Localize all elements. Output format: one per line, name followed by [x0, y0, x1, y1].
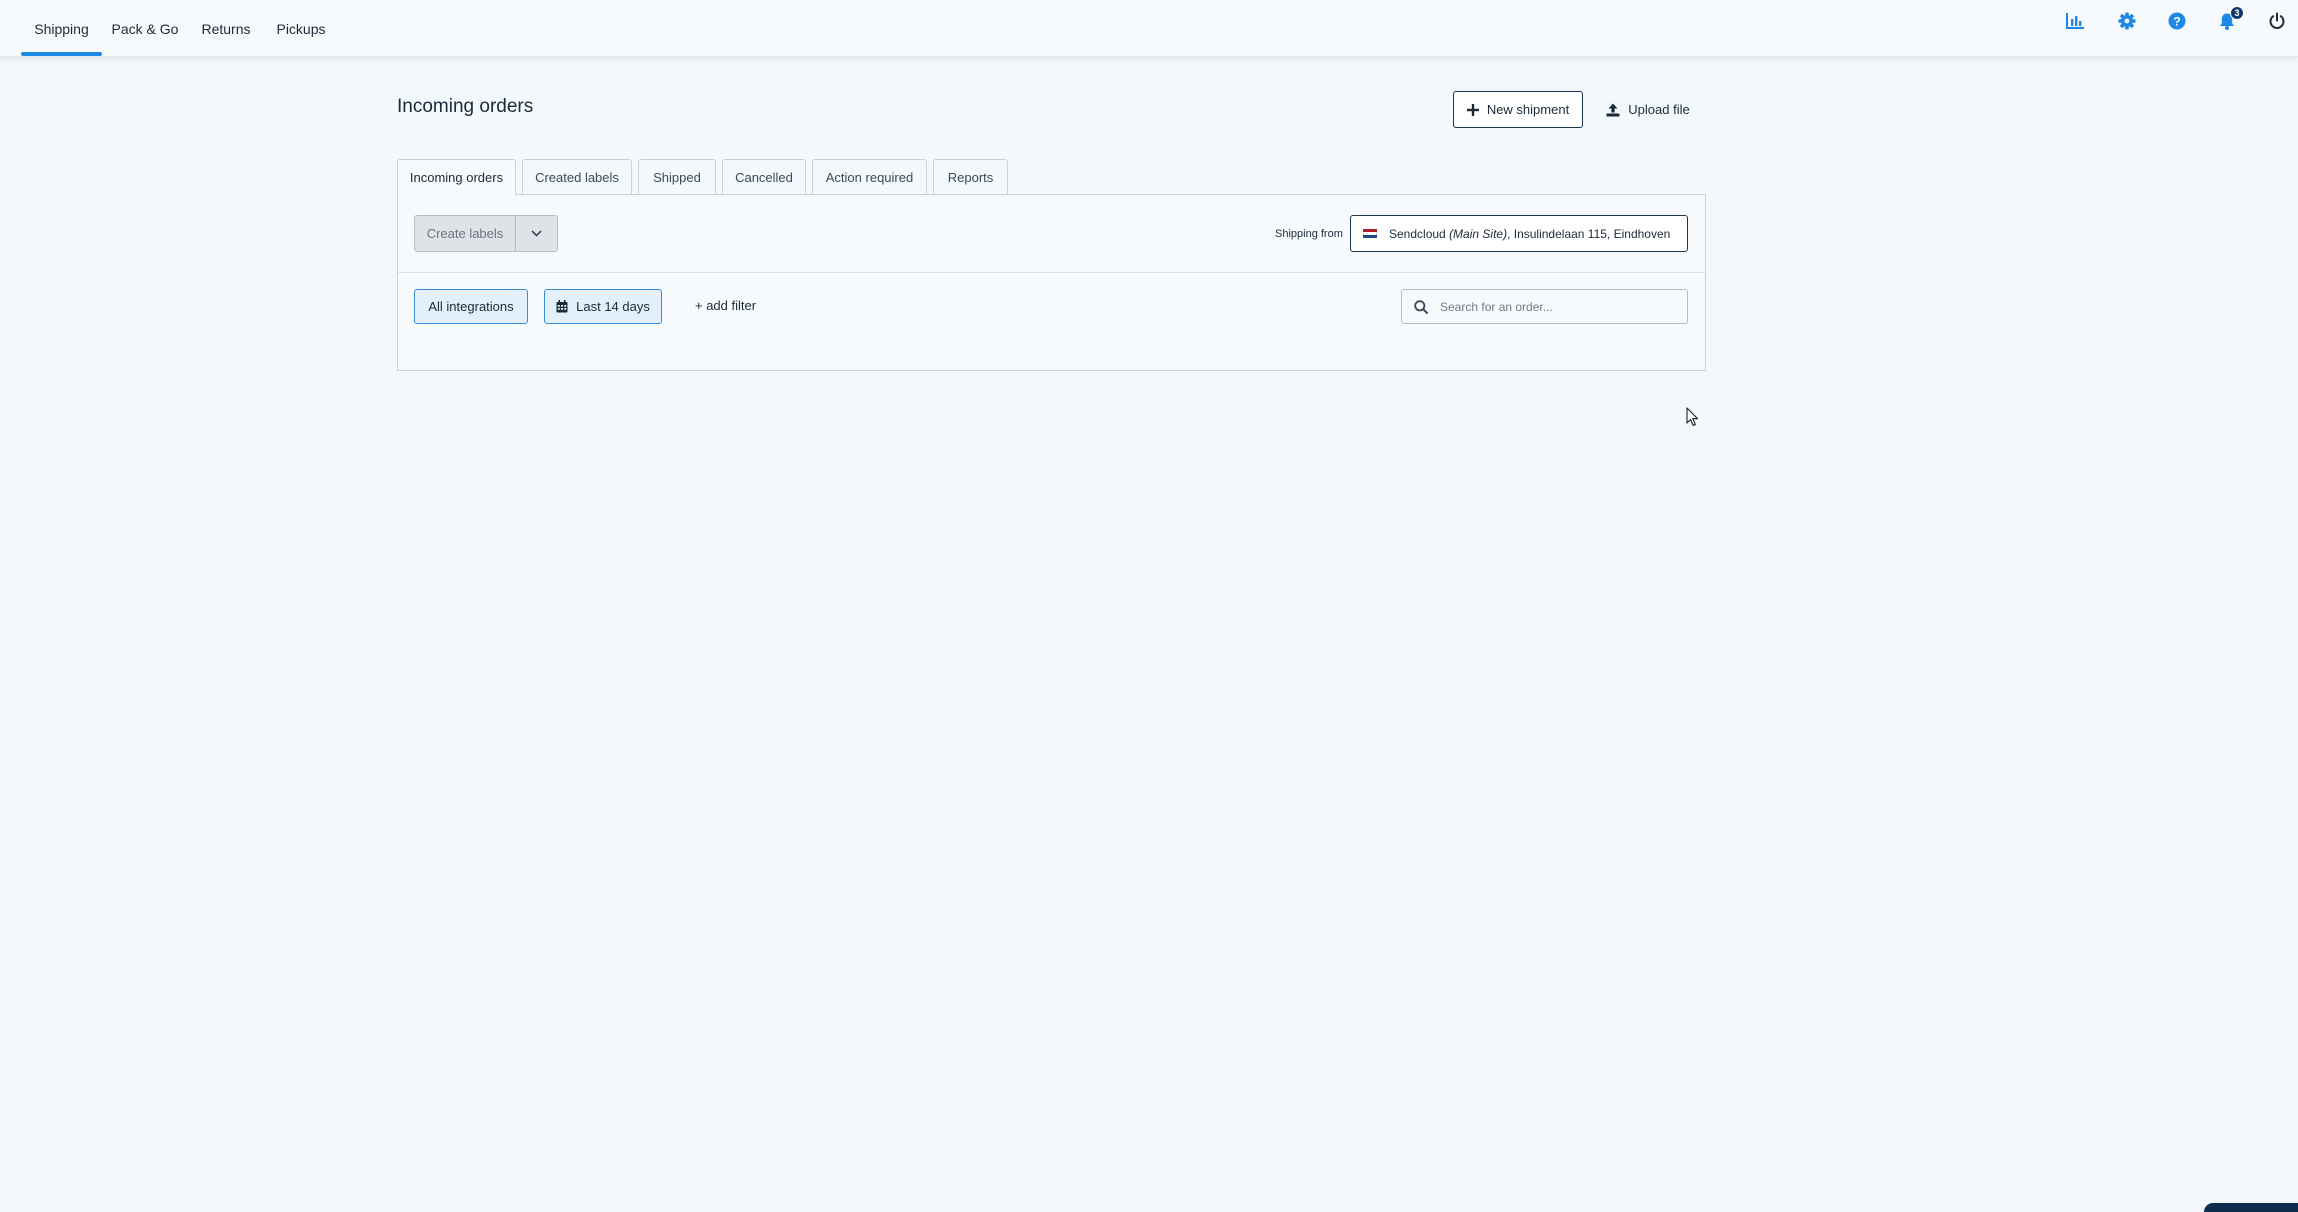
- netherlands-flag-icon: [1363, 228, 1377, 239]
- nav-tab-label: Returns: [201, 20, 251, 37]
- nav-tab-label: Shipping: [34, 20, 89, 37]
- new-shipment-label: New shipment: [1486, 102, 1570, 117]
- nav-tab-pack-and-go[interactable]: Pack & Go: [110, 0, 180, 57]
- sender-name: Sendcloud: [1389, 226, 1446, 241]
- shipping-from-label: Shipping from: [1275, 228, 1343, 240]
- nav-tab-returns[interactable]: Returns: [196, 0, 256, 57]
- new-shipment-button[interactable]: New shipment: [1453, 91, 1583, 128]
- upload-file-label: Upload file: [1628, 102, 1690, 117]
- gear-icon[interactable]: [2114, 8, 2140, 34]
- tab-label: Incoming orders: [409, 170, 504, 185]
- tab-label: Action required: [825, 169, 914, 185]
- mouse-cursor-icon: [1686, 407, 1699, 427]
- power-icon[interactable]: [2264, 8, 2290, 34]
- filter-label: Last 14 days: [576, 299, 650, 314]
- sender-address: , Insulindelaan 115, Eindhoven: [1507, 226, 1671, 241]
- nav-tab-label: Pickups: [276, 20, 326, 37]
- tab-label: Shipped: [653, 169, 701, 185]
- nav-tab-shipping[interactable]: Shipping: [21, 0, 102, 57]
- tab-action-required[interactable]: Action required: [812, 159, 927, 194]
- search-input[interactable]: [1440, 299, 1675, 314]
- all-integrations-filter[interactable]: All integrations: [414, 289, 528, 324]
- create-labels-label: Create labels: [426, 226, 504, 241]
- upload-file-button[interactable]: Upload file: [1600, 91, 1696, 128]
- tab-shipped[interactable]: Shipped: [638, 159, 716, 194]
- chat-widget-tab[interactable]: [2204, 1203, 2298, 1212]
- date-range-filter[interactable]: Last 14 days: [544, 289, 662, 324]
- calendar-icon: [556, 300, 568, 313]
- tab-reports[interactable]: Reports: [933, 159, 1008, 194]
- top-navigation: Shipping Pack & Go Returns Pickups ? 3: [0, 0, 2298, 57]
- shipping-from-value: Sendcloud (Main Site), Insulindelaan 115…: [1389, 227, 1670, 241]
- shipping-from-select[interactable]: Sendcloud (Main Site), Insulindelaan 115…: [1350, 215, 1688, 252]
- nav-tab-pickups[interactable]: Pickups: [272, 0, 330, 57]
- tab-incoming-orders[interactable]: Incoming orders: [397, 159, 516, 195]
- chevron-down-icon: [531, 230, 542, 237]
- tab-cancelled[interactable]: Cancelled: [722, 159, 806, 194]
- panel-divider: [398, 272, 1705, 273]
- sender-site: (Main Site): [1449, 226, 1508, 241]
- tab-label: Reports: [947, 169, 994, 185]
- add-filter-link[interactable]: + add filter: [695, 298, 756, 313]
- filter-label: All integrations: [428, 299, 514, 314]
- nav-tab-label: Pack & Go: [111, 20, 179, 37]
- help-icon[interactable]: ?: [2164, 8, 2190, 34]
- tab-created-labels[interactable]: Created labels: [522, 159, 632, 194]
- svg-text:?: ?: [2173, 15, 2180, 29]
- bell-icon[interactable]: 3: [2214, 6, 2244, 34]
- order-search: [1401, 289, 1688, 324]
- analytics-icon[interactable]: [2062, 8, 2088, 34]
- tab-label: Created labels: [535, 169, 619, 185]
- orders-panel: Create labels Shipping from Sendcloud (M…: [397, 194, 1706, 371]
- search-icon: [1414, 299, 1428, 314]
- create-labels-split-button: Create labels: [414, 215, 558, 252]
- upload-icon: [1606, 103, 1620, 116]
- plus-icon: [1466, 103, 1479, 116]
- page-title: Incoming orders: [397, 96, 534, 117]
- create-labels-dropdown-toggle[interactable]: [516, 216, 557, 251]
- tab-label: Cancelled: [735, 169, 793, 185]
- notification-count-badge: 3: [2230, 6, 2244, 20]
- create-labels-button[interactable]: Create labels: [415, 216, 516, 251]
